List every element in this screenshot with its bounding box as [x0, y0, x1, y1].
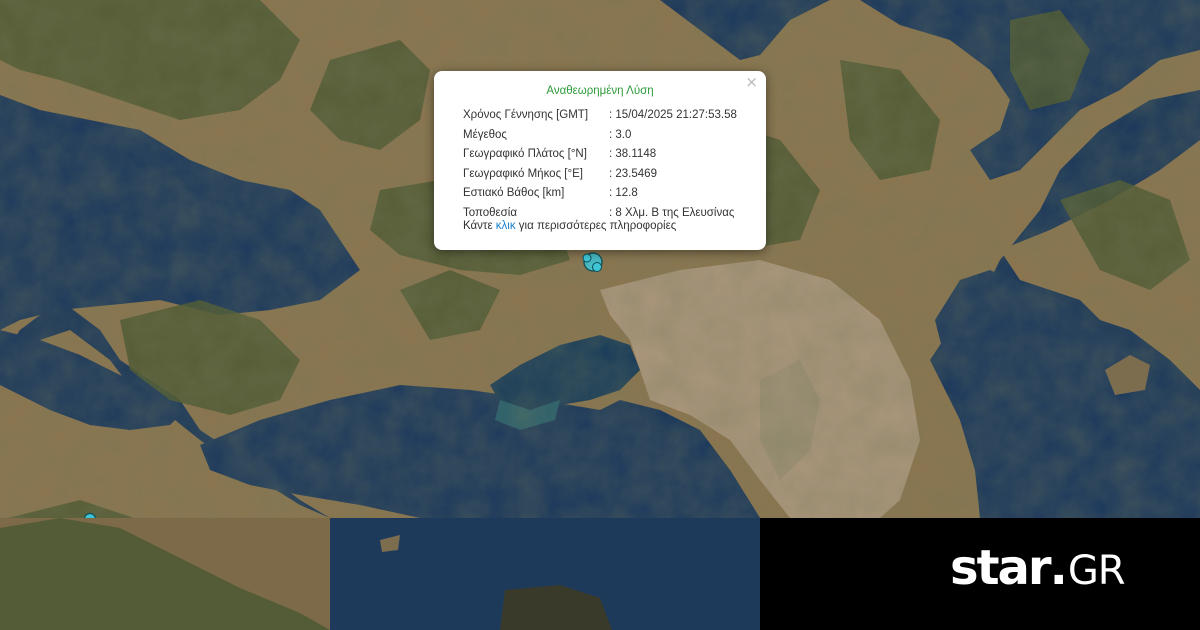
- logo-dot: .: [1049, 540, 1068, 596]
- detail-label: Μέγεθος: [463, 128, 507, 141]
- detail-label: Γεωγραφικό Πλάτος [°N]: [463, 148, 587, 160]
- detail-label: Χρόνος Γέννησης [GMT]: [463, 109, 589, 121]
- popup-details: Χρόνος Γέννησης [GMT] : 15/04/2025 21:27…: [463, 106, 737, 223]
- detail-row-depth: Εστιακό Βάθος [km] : 12.8: [463, 184, 737, 204]
- more-info-suffix: για περισσότερες πληροφορίες: [515, 220, 677, 232]
- detail-value: : 23.5469: [609, 167, 657, 180]
- logo-star-text: star: [950, 540, 1052, 596]
- earthquake-info-popup: × Αναθεωρημένη Λύση Χρόνος Γέννησης [GMT…: [434, 71, 766, 250]
- detail-row-origin-time: Χρόνος Γέννησης [GMT] : 15/04/2025 21:27…: [463, 106, 737, 126]
- popup-title: Αναθεωρημένη Λύση: [546, 85, 654, 97]
- logo-gr-text: GR: [1067, 548, 1126, 594]
- more-info-link[interactable]: κλικ: [496, 220, 516, 232]
- detail-label: Εστιακό Βάθος [km]: [463, 187, 565, 199]
- more-info-prefix: Κάντε: [463, 220, 496, 232]
- star-gr-logo[interactable]: star.GR: [950, 540, 1126, 600]
- detail-row-longitude: Γεωγραφικό Μήκος [°E] : 23.5469: [463, 165, 737, 185]
- detail-label: Γεωγραφικό Μήκος [°E]: [463, 167, 583, 180]
- detail-row-latitude: Γεωγραφικό Πλάτος [°N] : 38.1148: [463, 145, 737, 165]
- detail-value: : 3.0: [609, 128, 632, 141]
- detail-value: : 12.8: [609, 187, 638, 199]
- detail-value: : 15/04/2025 21:27:53.58: [609, 109, 737, 121]
- detail-row-magnitude: Μέγεθος : 3.0: [463, 126, 737, 146]
- detail-value: : 38.1148: [609, 148, 657, 160]
- more-info-line: Κάντε κλικ για περισσότερες πληροφορίες: [463, 220, 676, 232]
